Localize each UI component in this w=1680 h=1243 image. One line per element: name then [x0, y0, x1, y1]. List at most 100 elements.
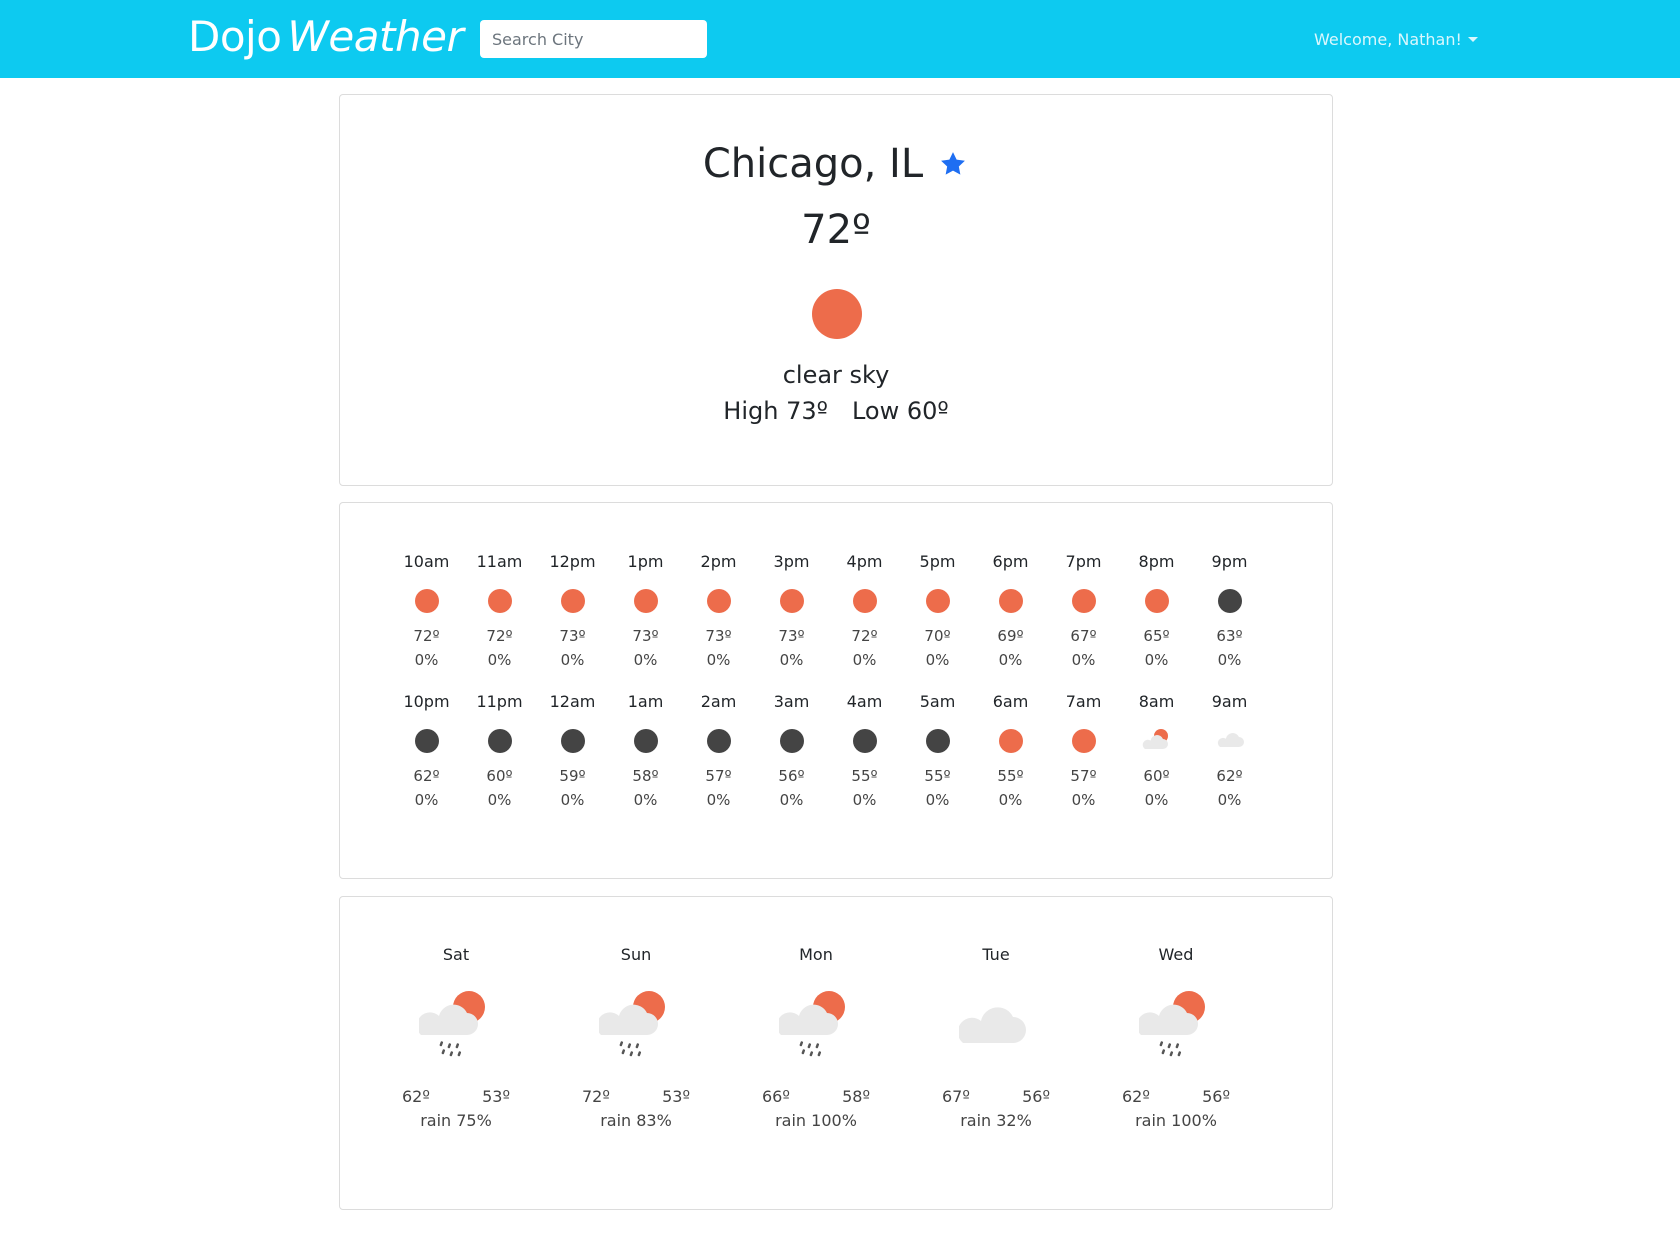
hour-time: 12pm	[549, 552, 596, 571]
weather-description: clear sky	[782, 361, 890, 389]
hour-precipitation: 0%	[414, 651, 439, 669]
sun-icon	[999, 729, 1023, 753]
hour-item: 11pm 60º 0%	[463, 687, 536, 827]
hour-precipitation: 0%	[633, 651, 658, 669]
hour-temperature: 56º	[778, 767, 805, 785]
caret-down-icon	[1467, 36, 1478, 42]
hour-time: 8pm	[1138, 552, 1175, 571]
hour-precipitation: 0%	[925, 791, 950, 809]
hour-precipitation: 0%	[998, 651, 1023, 669]
hour-temperature: 55º	[924, 767, 951, 785]
hour-temperature: 72º	[486, 627, 513, 645]
partly-cloudy-icon	[1139, 727, 1175, 751]
hour-precipitation: 0%	[414, 791, 439, 809]
moon-icon	[488, 729, 512, 753]
daily-forecast-card: Sat 62º 53º rain 75% Sun 72º 53º rain 83% Mon 66º…	[339, 896, 1333, 1210]
hour-temperature: 58º	[632, 767, 659, 785]
hour-precipitation: 0%	[560, 791, 585, 809]
sun-icon	[1072, 589, 1096, 613]
day-high-low: 62º 53º	[402, 1087, 510, 1106]
moon-icon	[780, 729, 804, 753]
user-menu-dropdown[interactable]: Welcome, Nathan!	[1314, 27, 1478, 51]
day-high: 67º	[942, 1087, 970, 1106]
favorite-star-icon[interactable]	[939, 149, 969, 179]
hour-time: 7am	[1065, 692, 1102, 711]
hour-precipitation: 0%	[1144, 651, 1169, 669]
brand-part-2: Weather	[287, 12, 464, 61]
day-low: 58º	[842, 1087, 870, 1106]
hour-time: 12am	[549, 692, 596, 711]
low-temperature: Low 60º	[851, 397, 949, 425]
hour-time: 2pm	[700, 552, 737, 571]
hour-item: 1am 58º 0%	[609, 687, 682, 827]
hour-item: 8pm 65º 0%	[1120, 547, 1193, 687]
day-high-low: 66º 58º	[762, 1087, 870, 1106]
hour-temperature: 73º	[778, 627, 805, 645]
hour-precipitation: 0%	[1217, 791, 1242, 809]
hour-item: 11am 72º 0%	[463, 547, 536, 687]
high-low: High 73º Low 60º	[340, 397, 1332, 425]
hour-time: 7pm	[1065, 552, 1102, 571]
moon-icon	[415, 729, 439, 753]
rain-sun-icon	[776, 991, 853, 1061]
hour-item: 4pm 72º 0%	[828, 547, 901, 687]
hour-item: 7pm 67º 0%	[1047, 547, 1120, 687]
hour-time: 3pm	[773, 552, 810, 571]
hour-item: 1pm 73º 0%	[609, 547, 682, 687]
hour-item: 9am 62º 0%	[1193, 687, 1266, 827]
current-weather-card: Chicago, IL 72º clear sky High 73º Low 60…	[339, 94, 1333, 486]
day-high-low: 67º 56º	[942, 1087, 1050, 1106]
rain-sun-icon	[416, 991, 493, 1061]
hour-item: 3pm 73º 0%	[755, 547, 828, 687]
day-name: Sun	[620, 945, 652, 964]
hour-temperature: 73º	[705, 627, 732, 645]
rain-sun-icon	[596, 991, 673, 1061]
hour-time: 3am	[773, 692, 810, 711]
day-name: Mon	[799, 945, 833, 964]
day-name: Tue	[982, 945, 1010, 964]
moon-icon	[1218, 589, 1242, 613]
moon-icon	[707, 729, 731, 753]
hour-item: 7am 57º 0%	[1047, 687, 1120, 827]
city-name: Chicago, IL	[702, 141, 924, 187]
day-condition: rain 75%	[420, 1111, 492, 1130]
hour-precipitation: 0%	[560, 651, 585, 669]
hour-item: 9pm 63º 0%	[1193, 547, 1266, 687]
hour-precipitation: 0%	[852, 651, 877, 669]
day-high-low: 72º 53º	[582, 1087, 690, 1106]
hour-item: 8am 60º 0%	[1120, 687, 1193, 827]
hour-time: 6am	[992, 692, 1029, 711]
hour-temperature: 57º	[705, 767, 732, 785]
day-high: 62º	[1122, 1087, 1150, 1106]
day-high-low: 62º 56º	[1122, 1087, 1230, 1106]
day-condition: rain 83%	[600, 1111, 672, 1130]
hour-precipitation: 0%	[487, 651, 512, 669]
hour-time: 1pm	[627, 552, 664, 571]
hour-temperature: 72º	[851, 627, 878, 645]
hour-item: 6pm 69º 0%	[974, 547, 1047, 687]
sun-icon	[488, 589, 512, 613]
sun-icon	[634, 589, 658, 613]
cloud-icon	[1212, 727, 1248, 751]
brand-logo[interactable]: Dojo Weather	[188, 12, 464, 64]
sun-icon	[1145, 589, 1169, 613]
search-city-input[interactable]	[480, 20, 707, 58]
hour-time: 11pm	[476, 692, 523, 711]
sun-icon	[561, 589, 585, 613]
day-condition: rain 100%	[775, 1111, 857, 1130]
sun-icon	[415, 589, 439, 613]
hour-time: 2am	[700, 692, 737, 711]
current-temperature: 72º	[801, 207, 871, 253]
hour-temperature: 55º	[997, 767, 1024, 785]
day-low: 53º	[662, 1087, 690, 1106]
hour-time: 1am	[627, 692, 664, 711]
hour-item: 5pm 70º 0%	[901, 547, 974, 687]
hour-precipitation: 0%	[779, 791, 804, 809]
hour-time: 5am	[919, 692, 956, 711]
sun-icon	[853, 589, 877, 613]
hour-temperature: 73º	[632, 627, 659, 645]
hour-item: 2am 57º 0%	[682, 687, 755, 827]
hour-time: 9pm	[1211, 552, 1248, 571]
hour-time: 6pm	[992, 552, 1029, 571]
hour-precipitation: 0%	[706, 651, 731, 669]
